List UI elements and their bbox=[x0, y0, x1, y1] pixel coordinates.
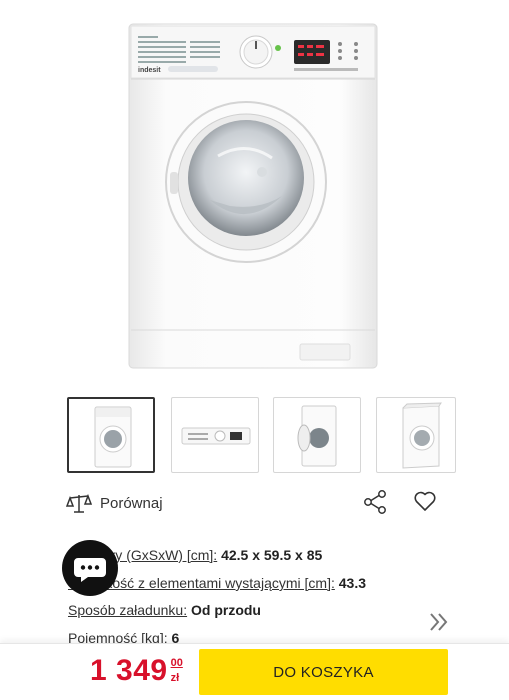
compare-label: Porównaj bbox=[100, 494, 163, 512]
price-cents: 00 bbox=[170, 657, 183, 669]
spec-value: 43.3 bbox=[338, 575, 366, 591]
product-image[interactable]: indesit bbox=[0, 0, 509, 385]
compare-button[interactable]: Porównaj bbox=[66, 491, 163, 515]
double-chevron-right-icon[interactable] bbox=[428, 610, 450, 634]
add-to-cart-button[interactable]: DO KOSZYKA bbox=[199, 649, 448, 695]
spec-key[interactable]: Sposób załadunku: bbox=[68, 602, 187, 618]
thumbnail-front-view[interactable] bbox=[67, 397, 155, 473]
spec-value: 42.5 x 59.5 x 85 bbox=[221, 547, 323, 563]
thumbnail-open-door-view[interactable] bbox=[273, 397, 361, 473]
price-integer: 1 349 bbox=[90, 654, 168, 687]
spec-value: Od przodu bbox=[190, 602, 261, 618]
heart-icon[interactable] bbox=[413, 489, 437, 513]
chat-button[interactable] bbox=[62, 540, 118, 596]
spec-row-loading: Sposób załadunku: Od przodu bbox=[68, 602, 261, 618]
price: 1 349 00 zł bbox=[90, 652, 183, 692]
chat-bubble-icon bbox=[74, 558, 106, 582]
thumbnail-control-panel-view[interactable] bbox=[171, 397, 259, 473]
svg-text:indesit: indesit bbox=[138, 67, 161, 74]
scale-icon bbox=[66, 493, 92, 513]
price-currency: zł bbox=[170, 672, 180, 684]
price-fraction: 00 zł bbox=[171, 657, 183, 685]
thumbnail-angled-view[interactable] bbox=[376, 397, 456, 473]
share-icon[interactable] bbox=[362, 489, 388, 515]
